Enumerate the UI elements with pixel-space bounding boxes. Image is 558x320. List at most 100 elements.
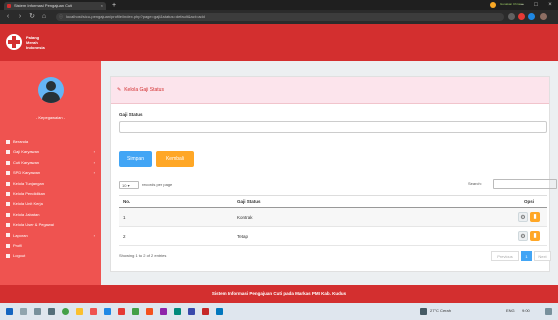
info-icon[interactable]: ⓘ	[59, 13, 63, 21]
browser-tab[interactable]: Sistem Informasi Pengajuan Cuti ×	[4, 2, 106, 10]
page-length-select[interactable]: 10 ▾	[119, 181, 139, 189]
column-header[interactable]: No.	[119, 195, 233, 208]
chevron-right-icon: ›	[93, 159, 95, 165]
weather-icon	[420, 308, 427, 315]
search-input[interactable]	[493, 179, 557, 189]
avatar-icon[interactable]	[540, 13, 547, 20]
extension-icon[interactable]	[528, 13, 535, 20]
sidebar-item[interactable]: Cuti Karyawan ›	[0, 158, 101, 168]
gaji-status-input[interactable]	[119, 121, 547, 133]
language-text[interactable]: ENG	[506, 308, 515, 313]
sidebar-item[interactable]: Gaji Karyawan ›	[0, 147, 101, 157]
menu-item-icon	[6, 202, 10, 207]
app-icon[interactable]	[216, 308, 223, 315]
app-icon[interactable]	[160, 308, 167, 315]
sidebar-item-label: Kelola User & Pegawai	[13, 222, 54, 228]
sidebar-item[interactable]: SPD Karyawan ›	[0, 168, 101, 178]
task-view-icon[interactable]	[34, 308, 41, 315]
app-icon[interactable]	[146, 308, 153, 315]
sidebar-item-label: Kelola Jabatan	[13, 211, 40, 217]
tab-title: Sistem Informasi Pengajuan Cuti	[14, 3, 73, 8]
window-close-button[interactable]: ×	[543, 0, 557, 10]
gaji-status-card: ✎ Kelola Gaji Status Gaji Status Simpan K…	[110, 76, 557, 272]
page-length-label: records per page	[142, 182, 173, 188]
delete-button[interactable]: ▮	[530, 212, 540, 222]
extension-icon[interactable]	[508, 13, 515, 20]
word-icon[interactable]	[104, 308, 111, 315]
sidebar-item-label: Kelola Pendidikan	[13, 190, 46, 196]
search-label: Search:	[468, 181, 482, 186]
minimize-button[interactable]: –	[515, 0, 529, 10]
table-row: 2 Tetap ⚙ ▮	[119, 226, 547, 246]
back-button[interactable]: Kembali	[156, 151, 194, 167]
app-icon[interactable]	[202, 308, 209, 315]
user-role: - Kepegawaian -	[35, 115, 66, 120]
column-header[interactable]: Gaji Status	[233, 195, 511, 208]
gaji-status-label: Gaji Status	[119, 112, 143, 117]
page-1-button[interactable]: 1	[521, 251, 532, 261]
menu-item-icon	[6, 223, 10, 228]
menu-item-icon	[6, 254, 10, 259]
maximize-button[interactable]: □	[529, 0, 543, 10]
weather-text[interactable]: 27°C Cerah	[430, 308, 451, 313]
menu-item-icon	[6, 160, 10, 165]
app-icon[interactable]	[118, 308, 125, 315]
logo-text: Palang Merah Indonesia	[26, 35, 45, 50]
sidebar-item-label: Cuti Karyawan	[13, 159, 40, 165]
previous-page-button[interactable]: Previous	[491, 251, 519, 261]
app-footer: Sistem Informasi Pengajuan Cuti pada Mar…	[0, 285, 558, 303]
search-icon[interactable]	[20, 308, 27, 315]
profile-icon[interactable]	[490, 2, 496, 8]
row-status: Kontrak	[233, 207, 511, 227]
taskbar: 27°C Cerah ENG 9:00	[0, 303, 558, 320]
sidebar-item[interactable]: Logout	[0, 251, 101, 261]
sidebar-item[interactable]: Kelola Jabatan	[0, 210, 101, 220]
sidebar-item[interactable]: Profil	[0, 241, 101, 251]
url-field[interactable]: ⓘ localhost/sicu-pengajuan/profile/index…	[56, 13, 504, 21]
reload-icon[interactable]: ↻	[28, 13, 36, 21]
app-header: Palang Merah Indonesia	[0, 24, 558, 61]
tab-close-icon[interactable]: ×	[101, 2, 103, 10]
chevron-right-icon: ›	[93, 232, 95, 238]
new-tab-button[interactable]: +	[110, 2, 118, 9]
browser-tabbar: Sistem Informasi Pengajuan Cuti × + Guna…	[0, 0, 558, 10]
widgets-icon[interactable]	[48, 308, 55, 315]
favicon-icon	[7, 4, 11, 8]
menu-item-icon	[6, 233, 10, 238]
app-icon[interactable]	[188, 308, 195, 315]
menu-item-icon	[6, 139, 10, 144]
user-avatar-icon	[38, 77, 64, 103]
save-button[interactable]: Simpan	[119, 151, 152, 167]
app-icon[interactable]	[90, 308, 97, 315]
sidebar-item[interactable]: Kelola User & Pegawai	[0, 220, 101, 230]
card-title: Kelola Gaji Status	[124, 87, 164, 93]
next-page-button[interactable]: Next	[534, 251, 551, 261]
edit-button[interactable]: ⚙	[518, 231, 528, 241]
table-header-row: No. Gaji Status Opsi	[119, 195, 547, 208]
sidebar-item-label: Beranda	[13, 139, 29, 144]
sidebar-item[interactable]: Kelola Pendidikan	[0, 189, 101, 199]
address-bar: ‹ › ↻ ⌂ ⓘ localhost/sicu-pengajuan/profi…	[0, 10, 558, 24]
start-icon[interactable]	[6, 308, 13, 315]
notification-icon[interactable]	[545, 308, 552, 315]
sidebar-item[interactable]: Kelola Tunjangan	[0, 179, 101, 189]
clock-text[interactable]: 9:00	[522, 308, 530, 313]
edit-button[interactable]: ⚙	[518, 212, 528, 222]
extension-icon[interactable]	[518, 13, 525, 20]
sidebar-item[interactable]: Beranda	[0, 137, 101, 147]
forward-arrow-icon[interactable]: ›	[16, 13, 24, 21]
delete-button[interactable]: ▮	[530, 231, 540, 241]
folder-icon[interactable]	[76, 308, 83, 315]
column-header: Opsi	[511, 195, 547, 208]
chrome-icon[interactable]	[62, 308, 69, 315]
sidebar-item[interactable]: Laporan ›	[0, 231, 101, 241]
row-actions: ⚙ ▮	[511, 207, 547, 227]
url-text: localhost/sicu-pengajuan/profile/index.p…	[66, 14, 205, 19]
back-arrow-icon[interactable]: ‹	[4, 13, 12, 21]
sidebar-item-label: Gaji Karyawan	[13, 149, 40, 155]
menu-item-icon	[6, 243, 10, 248]
home-icon[interactable]: ⌂	[40, 13, 48, 21]
excel-icon[interactable]	[132, 308, 139, 315]
sidebar-item[interactable]: Kelola Unit Kerja	[0, 199, 101, 209]
app-icon[interactable]	[174, 308, 181, 315]
